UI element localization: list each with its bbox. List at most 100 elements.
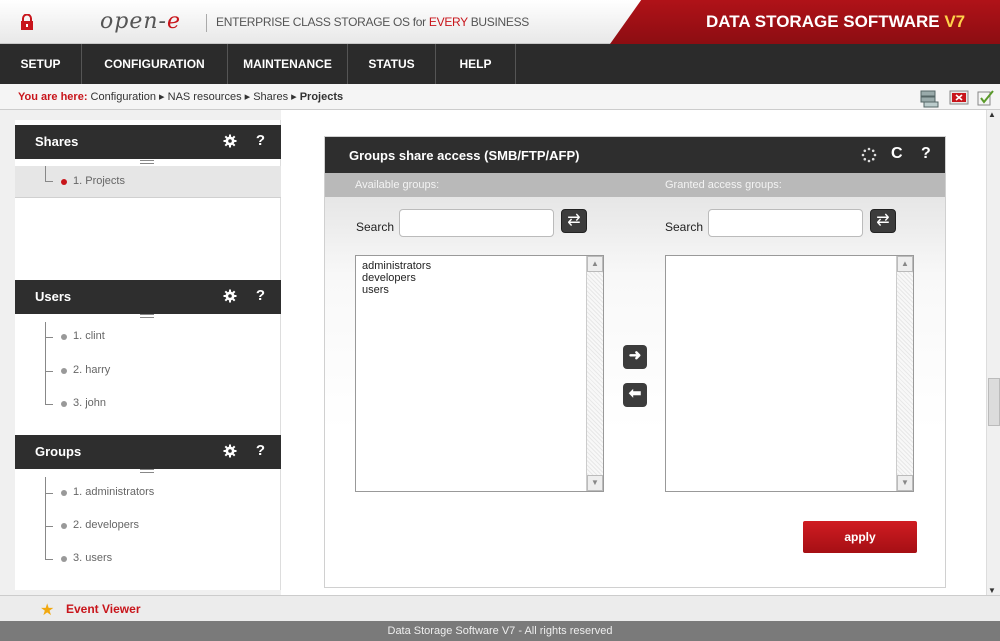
verify-icon[interactable] (974, 88, 996, 108)
server-icon[interactable] (918, 88, 940, 108)
group-item[interactable]: 3. users (15, 543, 281, 575)
dot-icon (61, 556, 67, 562)
help-icon[interactable]: ? (256, 287, 265, 304)
breadcrumb: You are here: Configuration ▸ NAS resour… (0, 84, 1000, 110)
top-header: open-e ENTERPRISE CLASS STORAGE OS for E… (0, 0, 1000, 44)
event-viewer-link[interactable]: Event Viewer (66, 602, 140, 616)
gear-icon[interactable] (223, 134, 237, 148)
star-icon: ★ (40, 602, 55, 619)
breadcrumb-current: Projects (299, 91, 344, 103)
scroll-down-arrow-icon[interactable]: ▼ (587, 475, 603, 491)
available-groups-list[interactable]: administrators developers users ▲ ▼ (355, 255, 604, 492)
granted-search-input[interactable] (708, 209, 863, 237)
panel-title: Groups share access (SMB/FTP/AFP) (349, 148, 580, 163)
granted-search-label: Search (665, 220, 704, 234)
resize-grip[interactable] (140, 314, 154, 318)
scroll-up-arrow-icon[interactable]: ▲ (988, 110, 996, 119)
selected-dot-icon (61, 179, 67, 185)
tree-line (45, 166, 46, 181)
user-label: 1. clint (73, 330, 105, 342)
breadcrumb-label: You are here: (18, 91, 88, 103)
logo-text: open- (100, 9, 167, 34)
available-list-items: administrators developers users (362, 260, 431, 296)
tagline: ENTERPRISE CLASS STORAGE OS for EVERY BU… (216, 15, 529, 29)
add-to-granted-button[interactable]: ➜ (623, 345, 647, 369)
brand-version: V7 (944, 12, 966, 31)
tree-line (45, 371, 53, 372)
lock-icon (21, 14, 33, 30)
available-swap-button[interactable]: ⇄ (561, 209, 587, 233)
dot-icon (61, 490, 67, 496)
group-label: 1. administrators (73, 486, 155, 498)
user-item[interactable]: 1. clint (15, 321, 281, 353)
available-search-input[interactable] (399, 209, 554, 237)
groups-access-panel: Groups share access (SMB/FTP/AFP) C ? Av… (324, 136, 946, 588)
nav-setup[interactable]: SETUP (0, 44, 82, 84)
brand-banner: DATA STORAGE SOFTWARE V7 (610, 0, 1000, 44)
share-label: 1. Projects (73, 175, 125, 187)
tagline-pre: ENTERPRISE CLASS STORAGE OS for (216, 15, 429, 29)
available-groups-label: Available groups: (355, 179, 440, 191)
tree-line (45, 526, 53, 527)
groups-header: Groups ? (15, 435, 281, 469)
user-label: 3. john (73, 397, 107, 409)
help-icon[interactable]: ? (256, 442, 265, 459)
share-item[interactable]: 1. Projects (15, 166, 281, 198)
scroll-down-arrow-icon[interactable]: ▼ (988, 586, 996, 595)
breadcrumb-path[interactable]: Configuration ▸ NAS resources ▸ Shares ▸ (88, 91, 300, 103)
nav-status[interactable]: STATUS (348, 44, 436, 84)
scroll-down-arrow-icon[interactable]: ▼ (897, 475, 913, 491)
help-icon[interactable]: ? (256, 132, 265, 149)
resize-grip[interactable] (140, 469, 154, 473)
scroll-up-arrow-icon[interactable]: ▲ (897, 256, 913, 272)
open-e-logo: open-e (100, 9, 181, 34)
group-label: 2. developers (73, 519, 140, 531)
event-viewer-bar: ★ Event Viewer (0, 595, 1000, 621)
dot-icon (61, 334, 67, 340)
list-scrollbar[interactable]: ▲ ▼ (586, 256, 603, 491)
dot-icon (61, 401, 67, 407)
available-search-label: Search (356, 220, 395, 234)
dot-icon (61, 523, 67, 529)
tagline-red: EVERY (428, 15, 468, 29)
apply-button[interactable]: apply (803, 521, 917, 553)
group-item[interactable]: 1. administrators (15, 477, 281, 509)
shares-title: Shares (35, 134, 79, 149)
gear-icon[interactable] (223, 444, 237, 458)
logout-icon[interactable] (948, 88, 970, 108)
tree-line (45, 404, 53, 405)
tree-line (45, 493, 53, 494)
list-item[interactable]: users (362, 284, 431, 296)
loading-spinner-icon (861, 147, 877, 163)
group-item[interactable]: 2. developers (15, 510, 281, 542)
refresh-icon[interactable]: C (891, 145, 903, 163)
user-item[interactable]: 3. john (15, 388, 281, 420)
users-header: Users ? (15, 280, 281, 314)
granted-swap-button[interactable]: ⇄ (870, 209, 896, 233)
granted-groups-list[interactable]: ▲ ▼ (665, 255, 914, 492)
dot-icon (61, 368, 67, 374)
scroll-up-arrow-icon[interactable]: ▲ (587, 256, 603, 272)
list-scrollbar[interactable]: ▲ ▼ (896, 256, 913, 491)
scroll-thumb[interactable] (988, 378, 1000, 426)
remove-from-granted-button[interactable]: ⬅ (623, 383, 647, 407)
nav-configuration[interactable]: CONFIGURATION (82, 44, 228, 84)
user-item[interactable]: 2. harry (15, 355, 281, 387)
nav-maintenance[interactable]: MAINTENANCE (228, 44, 348, 84)
granted-groups-label: Granted access groups: (665, 179, 782, 191)
gear-icon[interactable] (223, 289, 237, 303)
panel-header: Groups share access (SMB/FTP/AFP) C ? (325, 137, 945, 173)
help-icon[interactable]: ? (921, 145, 931, 163)
group-label: 3. users (73, 552, 113, 564)
tree-line (45, 559, 53, 560)
main-nav: SETUP CONFIGURATION MAINTENANCE STATUS H… (0, 44, 1000, 84)
list-item[interactable]: developers (362, 272, 431, 284)
page-scrollbar[interactable]: ▲ ▼ (986, 110, 1000, 595)
users-title: Users (35, 289, 72, 304)
nav-help[interactable]: HELP (436, 44, 516, 84)
groups-title: Groups (35, 444, 82, 459)
list-item[interactable]: administrators (362, 260, 431, 272)
resize-grip[interactable] (140, 160, 154, 164)
brand-text: DATA STORAGE SOFTWARE (706, 12, 945, 31)
header-divider (206, 14, 207, 32)
